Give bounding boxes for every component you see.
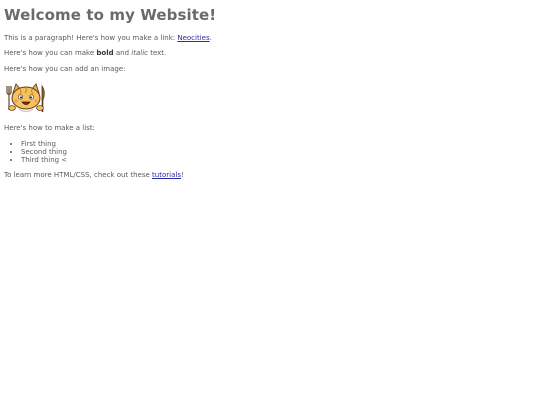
paragraph-formatting: Here's how you can make bold and italic … xyxy=(4,49,536,57)
page-title: Welcome to my Website! xyxy=(4,6,217,24)
paragraph-link-text: This is a paragraph! Here's how you make… xyxy=(4,34,178,42)
paragraph-image: Here's how you can add an image: xyxy=(4,64,126,73)
bullet-list: First thing Second thing Third thing < xyxy=(4,140,536,164)
formatting-text-middle: and xyxy=(113,49,132,58)
tutorials-link[interactable]: tutorials xyxy=(152,171,181,179)
list-item: First thing xyxy=(21,140,536,148)
list-item: Second thing xyxy=(21,148,536,156)
tutorials-text: To learn more HTML/CSS, check out these xyxy=(4,170,153,179)
paragraph-link-end: . xyxy=(209,34,212,42)
page-body: Welcome to my Website! This is a paragra… xyxy=(0,0,540,179)
formatting-text-end: text. xyxy=(147,49,167,58)
bold-text: bold xyxy=(96,49,114,58)
italic-text: italic xyxy=(131,49,148,58)
formatting-text-start: Here's how you can make xyxy=(4,49,97,58)
neocities-cat-icon xyxy=(4,80,48,116)
paragraph-link: This is a paragraph! Here's how you make… xyxy=(4,34,536,42)
neocities-link[interactable]: Neocities xyxy=(177,34,209,42)
list-item: Third thing < xyxy=(21,156,536,164)
tutorials-text-end: ! xyxy=(180,170,184,179)
paragraph-list: Here's how to make a list: xyxy=(4,124,95,133)
paragraph-tutorials: To learn more HTML/CSS, check out these … xyxy=(4,171,536,179)
